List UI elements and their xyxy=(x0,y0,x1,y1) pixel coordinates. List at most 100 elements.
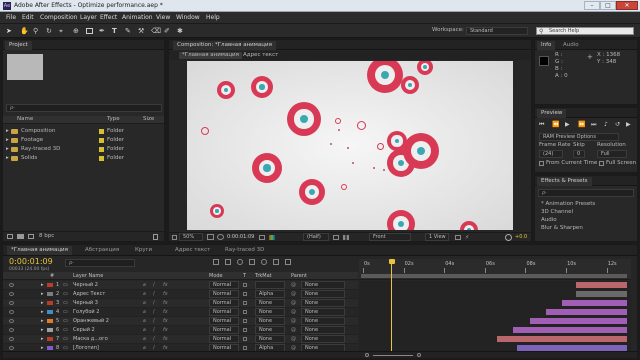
parent-dropdown[interactable]: None xyxy=(301,335,345,343)
layer-name[interactable]: Оранжевый 2 xyxy=(73,317,109,325)
menu-composition[interactable]: Composition xyxy=(40,14,77,21)
parent-dropdown[interactable]: None xyxy=(301,290,345,298)
trkmat-dropdown[interactable] xyxy=(255,281,285,289)
loop-icon[interactable]: ↺ xyxy=(615,121,620,128)
mode-dropdown[interactable]: Normal xyxy=(209,326,239,334)
table-row[interactable]: ▸ 1 ▭ Черный 2 ⌀ / fx Normal @ None xyxy=(3,281,358,290)
table-row[interactable]: ▸ 3 ▭ Черный 3 ⌀ / fx Normal None @ None xyxy=(3,299,358,308)
camera-tool-icon[interactable]: ⌖ xyxy=(59,27,67,35)
trkmat-dropdown[interactable]: Alpha xyxy=(255,290,285,298)
visibility-eye-icon[interactable] xyxy=(9,310,14,314)
preserve-transparency-checkbox[interactable] xyxy=(243,310,247,314)
breadcrumb[interactable]: Адрес текст xyxy=(243,52,278,59)
project-search-field[interactable]: ρ- xyxy=(6,104,162,112)
list-item[interactable]: 3D Channel xyxy=(541,209,573,216)
graph-editor-icon[interactable] xyxy=(285,259,291,265)
layer-color-label[interactable] xyxy=(47,346,53,350)
trkmat-dropdown[interactable]: None xyxy=(255,308,285,316)
shy-icon[interactable] xyxy=(237,259,243,265)
work-area-bar[interactable] xyxy=(361,274,627,278)
layer-name[interactable]: Черный 3 xyxy=(73,299,98,307)
quality-switch-icon[interactable]: / xyxy=(153,317,155,325)
list-item[interactable]: Audio xyxy=(541,217,557,224)
fx-switch-icon[interactable]: fx xyxy=(163,335,168,343)
eraser-tool-icon[interactable]: ⌫ xyxy=(151,27,161,35)
table-row[interactable]: ▸ 4 ▭ Голубой 2 ⌀ / fx Normal None @ None xyxy=(3,308,358,317)
expand-arrow-icon[interactable]: ▸ xyxy=(41,317,44,325)
table-row[interactable]: ▸ 2 ▭ Адрес Текст ⌀ / fx Normal Alpha @ None xyxy=(3,290,358,299)
menu-file[interactable]: File xyxy=(6,14,16,21)
resolution-dropdown[interactable]: Full xyxy=(597,150,627,158)
preserve-transparency-checkbox[interactable] xyxy=(243,319,247,323)
type-tool-icon[interactable]: T xyxy=(112,27,119,35)
layer-color-label[interactable] xyxy=(47,328,53,332)
visibility-eye-icon[interactable] xyxy=(9,319,14,323)
mode-dropdown[interactable]: Normal xyxy=(209,308,239,316)
frame-blending-icon[interactable] xyxy=(249,259,255,265)
from-current-checkbox[interactable] xyxy=(539,161,544,166)
expand-arrow-icon[interactable]: ▸ xyxy=(41,308,44,316)
expand-arrow-icon[interactable]: ▸ xyxy=(41,299,44,307)
layer-duration-bar[interactable] xyxy=(545,309,627,315)
show-channel-icon[interactable] xyxy=(269,235,275,240)
layer-duration-bar[interactable] xyxy=(497,336,627,342)
table-row[interactable]: ▸ 5 ▭ Оранжевый 2 ⌀ / fx Normal None @ None xyxy=(3,317,358,326)
shy-switch-icon[interactable]: ⌀ xyxy=(143,335,146,343)
trkmat-dropdown[interactable]: None xyxy=(255,326,285,334)
last-frame-icon[interactable]: ⏭ xyxy=(591,121,596,129)
safe-zones-icon[interactable] xyxy=(207,234,214,240)
fx-switch-icon[interactable]: fx xyxy=(163,317,168,325)
tab-project[interactable]: Project xyxy=(5,41,32,50)
bit-depth-label[interactable]: 8 bpc xyxy=(39,233,54,240)
timeline-timecode[interactable]: 0:00:01:09 xyxy=(9,257,53,266)
minimize-button[interactable]: – xyxy=(584,1,600,10)
layer-name[interactable]: Черный 2 xyxy=(73,281,98,289)
column-type[interactable]: Type xyxy=(107,116,120,123)
pickwhip-icon[interactable]: @ xyxy=(291,335,296,343)
label-color-swatch[interactable] xyxy=(99,147,104,152)
play-icon[interactable]: ▶ xyxy=(565,121,570,128)
timeline-search-field[interactable]: ρ- xyxy=(65,259,135,267)
visibility-eye-icon[interactable] xyxy=(9,283,14,287)
playhead[interactable] xyxy=(391,261,393,353)
parent-dropdown[interactable]: None xyxy=(301,299,345,307)
selection-tool-icon[interactable]: ➤ xyxy=(6,27,13,35)
tab-address-text[interactable]: Адрес текст xyxy=(171,246,214,255)
fx-switch-icon[interactable]: fx xyxy=(163,290,168,298)
comp-mini-flowchart-icon[interactable] xyxy=(213,259,219,265)
trkmat-dropdown[interactable]: None xyxy=(255,317,285,325)
frame-rate-dropdown[interactable]: (24) xyxy=(539,150,563,158)
tab-effects-presets[interactable]: Effects & Presets xyxy=(537,177,592,186)
layer-duration-bar[interactable] xyxy=(562,300,627,306)
expand-arrow-icon[interactable]: ▸ xyxy=(41,281,44,289)
playhead-handle[interactable] xyxy=(388,259,395,264)
skip-field[interactable]: 0 xyxy=(573,150,585,158)
shy-switch-icon[interactable]: ⌀ xyxy=(143,317,146,325)
layer-color-label[interactable] xyxy=(47,301,53,305)
quality-switch-icon[interactable]: / xyxy=(153,335,155,343)
motion-blur-icon[interactable] xyxy=(261,259,267,265)
table-row[interactable]: ▸ 6 ▭ Серый 2 ⌀ / fx Normal None @ None xyxy=(3,326,358,335)
layer-duration-bar[interactable] xyxy=(576,282,627,288)
pickwhip-icon[interactable]: @ xyxy=(291,281,296,289)
visibility-eye-icon[interactable] xyxy=(9,346,14,350)
workspace-dropdown[interactable]: Standard xyxy=(466,27,528,35)
fx-switch-icon[interactable]: fx xyxy=(163,299,168,307)
prev-frame-icon[interactable]: ⏪ xyxy=(552,121,559,128)
visibility-eye-icon[interactable] xyxy=(9,328,14,332)
3d-view-dropdown[interactable]: Front xyxy=(369,233,411,241)
pickwhip-icon[interactable]: @ xyxy=(291,290,296,298)
mode-dropdown[interactable]: Normal xyxy=(209,281,239,289)
column-size[interactable]: Size xyxy=(143,116,154,123)
parent-dropdown[interactable]: None xyxy=(301,308,345,316)
trkmat-dropdown[interactable]: None xyxy=(255,299,285,307)
first-frame-icon[interactable]: ⏮ xyxy=(539,121,544,129)
mask-visibility-icon[interactable] xyxy=(217,234,224,240)
layer-duration-bar[interactable] xyxy=(513,327,627,333)
fx-switch-icon[interactable]: fx xyxy=(163,326,168,334)
fx-switch-icon[interactable]: fx xyxy=(163,308,168,316)
close-button[interactable]: ✕ xyxy=(616,1,638,10)
list-item[interactable]: * Animation Presets xyxy=(541,201,595,208)
quality-switch-icon[interactable]: / xyxy=(153,290,155,298)
mode-dropdown[interactable]: Normal xyxy=(209,290,239,298)
